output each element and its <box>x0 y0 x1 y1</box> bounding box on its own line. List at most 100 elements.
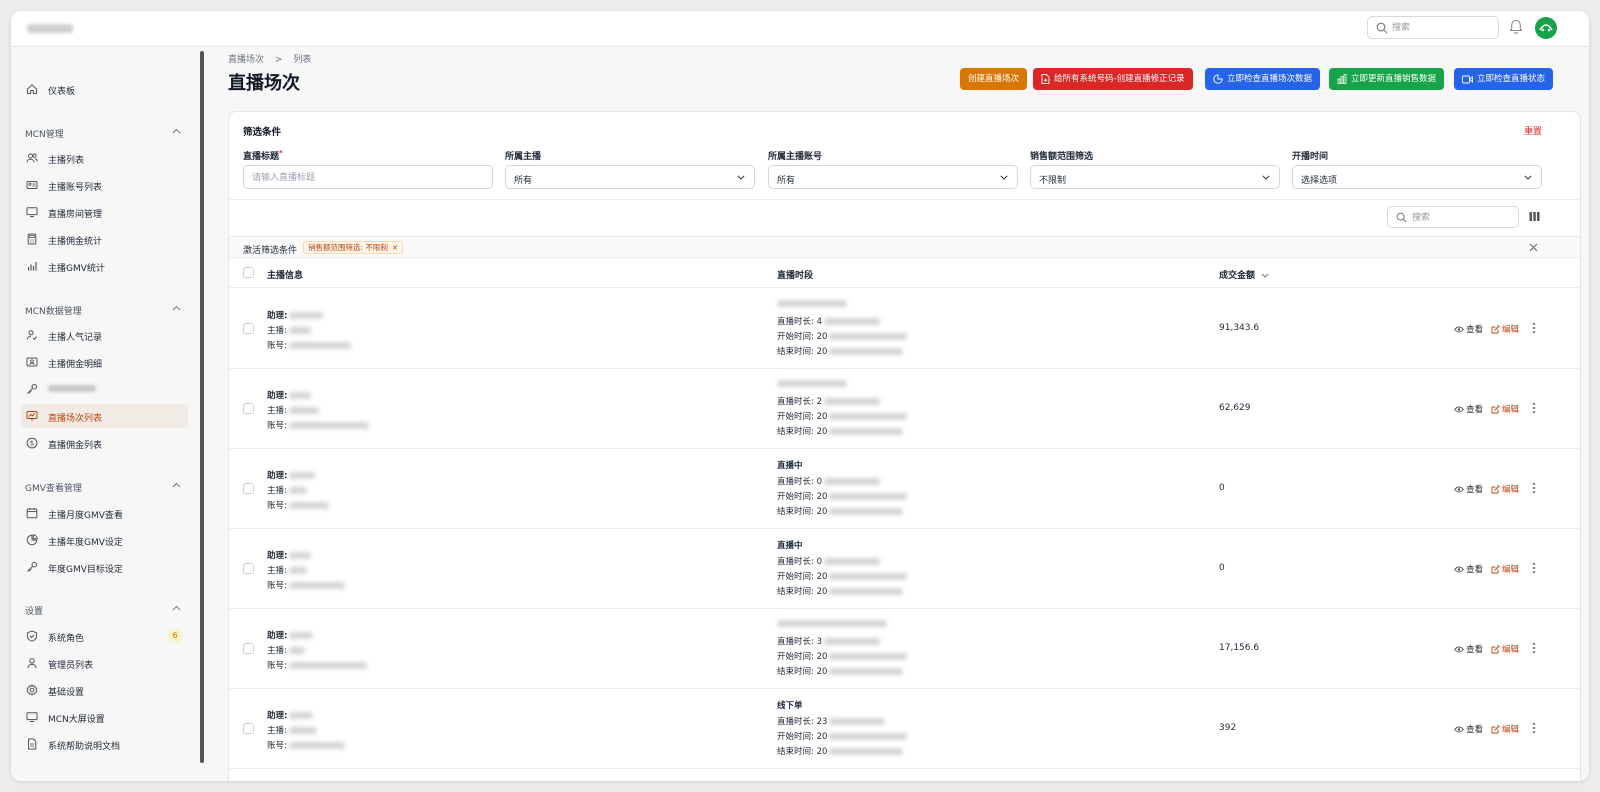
view-button[interactable]: 查看 <box>1454 323 1483 335</box>
reset-filters-link[interactable]: 重置 <box>1524 124 1542 137</box>
sidebar-item-label: MCN大屏设置 <box>48 715 105 725</box>
row-checkbox[interactable] <box>243 483 254 494</box>
title-filter-input[interactable] <box>252 170 482 185</box>
account-filter-select[interactable]: 所有 <box>768 165 1018 189</box>
filter-title: 筛选条件 <box>243 127 282 138</box>
column-header-amount[interactable]: 成交金额 <box>1219 268 1269 281</box>
sidebar-item-big-screen[interactable]: MCN大屏设置 <box>21 705 188 729</box>
chip-close-icon[interactable]: × <box>392 243 398 252</box>
view-button[interactable]: 查看 <box>1454 723 1483 735</box>
sidebar-item-label: 年度GMV目标设定 <box>48 565 123 575</box>
more-vertical-icon[interactable] <box>1532 722 1536 734</box>
row-checkbox[interactable] <box>243 643 254 654</box>
view-button[interactable]: 查看 <box>1454 483 1483 495</box>
table-row[interactable]: 助理: 主播: 账号: 线下单 直播时长: 23 开始时间: 20 结束时间: 20 392 查… <box>229 689 1580 769</box>
sidebar-item-commission-stats[interactable]: 主播佣金统计 <box>21 227 188 251</box>
amount-cell: 91,343.6 <box>1219 323 1260 333</box>
active-filter-chip[interactable]: 销售额范围筛选: 不限制 × <box>303 241 404 254</box>
view-button[interactable]: 查看 <box>1454 563 1483 575</box>
sidebar-item-label: 仪表板 <box>48 87 76 97</box>
global-search[interactable] <box>1367 16 1499 39</box>
title-filter-field[interactable] <box>243 165 493 189</box>
key-icon <box>27 383 38 394</box>
sidebar-item-basic-settings[interactable]: 基础设置 <box>21 678 188 702</box>
edit-button[interactable]: 编辑 <box>1491 403 1519 415</box>
redacted-text <box>289 712 314 719</box>
view-button[interactable]: 查看 <box>1454 403 1483 415</box>
table-row[interactable]: 助理: 主播: 账号: 直播时长: 4 开始时间: 20 结束时间: 20 91,343.6… <box>229 289 1580 369</box>
row-checkbox[interactable] <box>243 723 254 734</box>
view-button[interactable]: 查看 <box>1454 643 1483 655</box>
columns-icon[interactable] <box>1529 211 1540 222</box>
chevron-up-icon[interactable] <box>172 605 181 611</box>
chevron-up-icon[interactable] <box>172 305 181 311</box>
sales-range-filter-select[interactable]: 不限制 <box>1030 165 1280 189</box>
edit-button[interactable]: 编辑 <box>1491 323 1519 335</box>
end-time-field: 结束时间: 20 <box>777 665 904 677</box>
sidebar-item-hidden[interactable] <box>21 377 188 401</box>
sidebar-item-monthly-gmv[interactable]: 主播月度GMV查看 <box>21 501 188 525</box>
sidebar-item-help-docs[interactable]: 系统帮助说明文档 <box>21 732 188 756</box>
check-session-data-button[interactable]: 立即检查直播场次数据 <box>1205 68 1321 90</box>
more-vertical-icon[interactable] <box>1532 562 1536 574</box>
row-checkbox[interactable] <box>243 323 254 334</box>
more-vertical-icon[interactable] <box>1532 322 1536 334</box>
start-time-filter-select[interactable]: 选择选项 <box>1292 165 1542 189</box>
anchor-filter-select[interactable]: 所有 <box>505 165 755 189</box>
breadcrumb-separator: > <box>274 55 283 65</box>
group-title-mcn: MCN管理 <box>25 130 64 140</box>
key-icon <box>27 561 38 572</box>
edit-button[interactable]: 编辑 <box>1491 643 1519 655</box>
update-sales-data-button[interactable]: 立即更新直播销售数据 <box>1329 68 1445 90</box>
edit-button[interactable]: 编辑 <box>1491 563 1519 575</box>
sidebar-item-commission-detail[interactable]: 主播佣金明细 <box>21 350 188 374</box>
chevron-up-icon[interactable] <box>172 482 181 488</box>
more-vertical-icon[interactable] <box>1532 482 1536 494</box>
chevron-up-icon[interactable] <box>172 128 181 134</box>
edit-icon <box>1491 484 1500 493</box>
sidebar-item-dashboard[interactable]: 仪表板 <box>21 77 188 101</box>
edit-button[interactable]: 编辑 <box>1491 723 1519 735</box>
select-all-checkbox[interactable] <box>243 267 254 278</box>
sidebar-item-popularity[interactable]: 主播人气记录 <box>21 323 188 347</box>
row-checkbox[interactable] <box>243 403 254 414</box>
sidebar-item-room-management[interactable]: 直播房间管理 <box>21 200 188 224</box>
sidebar-item-live-commission[interactable]: $ 直播佣金列表 <box>21 431 188 455</box>
table-row[interactable]: 助理: 主播: 账号: 直播中 直播时长: 0 开始时间: 20 结束时间: 20 0 查看 编辑 <box>229 529 1580 609</box>
sidebar-scrollbar[interactable] <box>200 51 204 763</box>
user-avatar[interactable] <box>1535 17 1557 39</box>
table-search-input[interactable] <box>1412 210 1512 225</box>
sidebar-item-gmv-stats[interactable]: 主播GMV统计 <box>21 254 188 278</box>
sidebar-item-anchor-list[interactable]: 主播列表 <box>21 146 188 170</box>
redacted-text <box>289 392 312 399</box>
more-vertical-icon[interactable] <box>1532 642 1536 654</box>
sidebar-item-live-sessions[interactable]: 直播场次列表 <box>21 404 188 428</box>
edit-button[interactable]: 编辑 <box>1491 483 1519 495</box>
sidebar-item-anchor-accounts[interactable]: 主播账号列表 <box>21 173 188 197</box>
check-live-status-button[interactable]: 立即检查直播状态 <box>1454 68 1554 90</box>
sidebar-item-admins[interactable]: 管理员列表 <box>21 651 188 675</box>
table-search[interactable] <box>1387 206 1519 228</box>
redacted-text <box>829 733 908 740</box>
row-checkbox[interactable] <box>243 563 254 574</box>
session-title <box>777 299 847 309</box>
create-session-button[interactable]: 创建直播场次 <box>960 68 1028 90</box>
table-row[interactable]: 助理: 主播: 账号: 直播时长: 3 开始时间: 20 结束时间: 20 17,156.6… <box>229 609 1580 689</box>
sidebar-item-system-roles[interactable]: 系统角色 6 <box>21 624 188 648</box>
global-search-input[interactable] <box>1392 20 1492 35</box>
more-vertical-icon[interactable] <box>1532 402 1536 414</box>
sidebar-item-yearly-gmv[interactable]: 主播年度GMV设定 <box>21 528 188 552</box>
table-row[interactable]: 助理: 主播: 账号: 直播中 直播时长: 0 开始时间: 20 结束时间: 20 0 查看 编辑 <box>229 449 1580 529</box>
duration-field: 直播时长: 2 <box>777 395 880 407</box>
close-icon[interactable] <box>1529 243 1538 252</box>
table-row[interactable]: 助理: 主播: 账号: 直播时长: 2 开始时间: 20 结束时间: 20 62,629 查看… <box>229 369 1580 449</box>
redacted-text <box>288 342 351 349</box>
redacted-text <box>824 398 880 405</box>
start-time-field: 开始时间: 20 <box>777 730 908 742</box>
user-icon <box>27 658 37 669</box>
sidebar-item-gmv-target[interactable]: 年度GMV目标设定 <box>21 555 188 579</box>
breadcrumb-item[interactable]: 直播场次 <box>228 55 264 65</box>
bell-icon[interactable] <box>1509 19 1523 35</box>
create-correction-button[interactable]: 给所有系统号码-创建直播修正记录 <box>1033 68 1193 90</box>
redacted-text <box>48 385 96 392</box>
